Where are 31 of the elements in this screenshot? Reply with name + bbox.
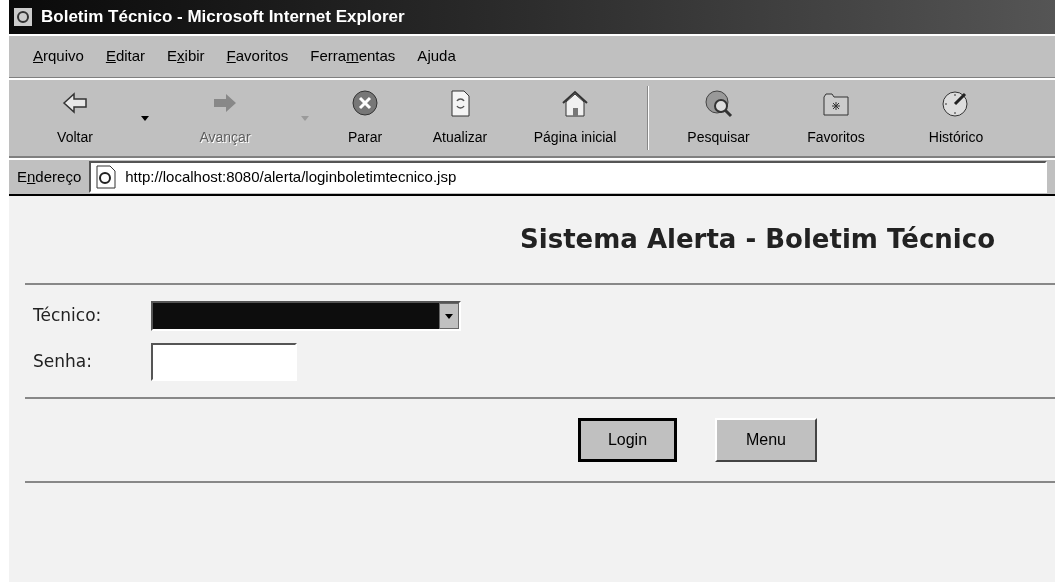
technician-dropdown[interactable] [151, 301, 461, 331]
browser-logo-icon [13, 7, 33, 27]
toolbar-button[interactable]: Parar [325, 85, 405, 151]
menu-item[interactable]: Favoritos [226, 45, 289, 68]
password-field[interactable] [151, 343, 297, 381]
page-icon [95, 165, 118, 189]
menu-item[interactable]: Ferramentas [310, 45, 396, 68]
clock-icon [941, 88, 971, 119]
menu-item[interactable]: Arquivo [33, 45, 84, 68]
toolbar-button[interactable]: Atualizar [405, 85, 515, 151]
stop-icon [350, 88, 380, 119]
address-field[interactable]: http://localhost:8080/alerta/loginboletimtecnico.jsp [89, 161, 1047, 193]
page-heading: Sistema Alerta - Boletim Técnico [520, 223, 995, 256]
menu-item[interactable]: Exibir [167, 45, 205, 68]
toolbar-button[interactable]: Voltar [25, 85, 125, 151]
home-icon [560, 88, 590, 119]
address-label: Endereço [17, 166, 82, 187]
toolbar-button[interactable]: Histórico [896, 85, 1016, 151]
dropdown-caret-icon[interactable] [141, 115, 149, 121]
menu-item[interactable]: Ajuda [417, 45, 456, 68]
window-title: Boletim Técnico - Microsoft Internet Explorer [41, 6, 405, 29]
toolbar-button[interactable]: Página inicial [515, 85, 635, 151]
form-button[interactable]: Login [578, 418, 677, 462]
search-icon [703, 88, 734, 119]
menu-item[interactable]: Editar [105, 45, 146, 68]
toolbar-button[interactable]: Pesquisar [661, 85, 776, 151]
form-button[interactable]: Menu [715, 418, 817, 462]
field-label: Senha: [33, 350, 93, 374]
field-label: Técnico: [33, 304, 103, 328]
toolbar-button[interactable]: Favoritos [776, 85, 896, 151]
caret-icon [445, 313, 453, 319]
